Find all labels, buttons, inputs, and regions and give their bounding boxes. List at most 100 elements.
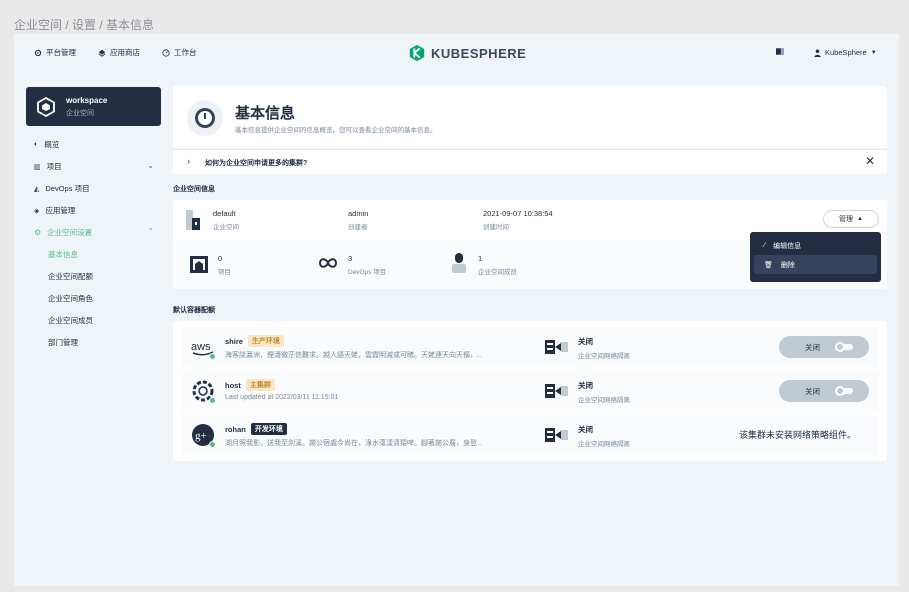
nav-workbench-label: 工作台 xyxy=(174,48,197,57)
cluster-name-text: rohan xyxy=(225,424,246,434)
nav-platform[interactable]: 平台管理 xyxy=(34,47,76,58)
manage-button[interactable]: 管理 ▲ xyxy=(823,210,879,228)
cluster-row: g+ rohan 开发环境 湖月照我影，送我至剡溪。謝公宿處今尚在，淥水蕩漾清猿… xyxy=(181,415,879,455)
building-icon xyxy=(186,210,200,230)
cluster-name-text: shire xyxy=(225,336,243,346)
nav-platform-label: 平台管理 xyxy=(46,48,76,57)
top-nav: 平台管理 应用商店 工作台 KUBESPHERE KubeSphere ▼ xyxy=(14,34,899,72)
stat-devops-value: 3 xyxy=(348,254,353,263)
network-label: 企业空间网络隔离 xyxy=(578,353,630,360)
network-isolation-icon xyxy=(545,384,568,398)
overview-icon: ◐ xyxy=(34,141,39,148)
info-creator-value: admin xyxy=(348,209,369,218)
sidebar-item-label: 应用管理 xyxy=(45,206,76,215)
cluster-name: shire 生产环境 xyxy=(225,335,284,347)
network-state: 关闭 xyxy=(578,425,593,434)
cluster-name: host 主集群 xyxy=(225,379,275,391)
kubesphere-logo[interactable]: KUBESPHERE xyxy=(408,44,526,62)
info-created-label: 创建时间 xyxy=(483,224,509,231)
cluster-desc: 海客談瀛洲，煙濤微茫信難求。越人語天姥，雲霞明滅或可睹。天姥連天向天橫，... xyxy=(225,352,483,359)
chevron-down-icon: ⌄ xyxy=(147,161,154,170)
svg-text:aws: aws xyxy=(191,341,211,353)
chevron-up-icon: ⌃ xyxy=(147,227,154,236)
sidebar-sub-basic-info[interactable]: 基本信息 xyxy=(48,249,78,260)
sidebar-item-label: 企业空间设置 xyxy=(47,228,93,237)
cluster-tag: 主集群 xyxy=(245,379,275,391)
no-network-policy-text: 该集群未安装网络策略组件。 xyxy=(739,430,857,440)
menu-item-delete[interactable]: 🗑 删除 xyxy=(754,255,877,274)
user-menu[interactable]: KubeSphere ▼ xyxy=(814,48,877,57)
toggle-knob xyxy=(835,386,845,396)
menu-item-edit[interactable]: ∕ 编辑信息 xyxy=(754,236,877,255)
info-creator: admin 创建者 xyxy=(348,209,368,231)
pen-icon: ∕ xyxy=(764,242,766,249)
network-isolation-toggle[interactable]: 关闭 xyxy=(779,380,869,402)
toggle-knob xyxy=(835,342,845,352)
network-isolation-toggle[interactable]: 关闭 xyxy=(779,336,869,358)
kubesphere-logo-icon xyxy=(409,44,425,62)
page-header: 基本信息 基本信息提供企业空间的信息概览。您可以查看企业空间的基本信息。 xyxy=(173,86,887,148)
network-isolation-icon xyxy=(545,340,568,354)
sidebar-item-label: DevOps 项目 xyxy=(45,184,90,193)
sidebar-item-label: 概览 xyxy=(44,140,60,149)
info-name-label: 企业空间 xyxy=(213,224,239,231)
toolbox-button[interactable] xyxy=(776,48,784,55)
stat-projects-value: 0 xyxy=(218,254,223,263)
member-icon xyxy=(452,253,466,273)
workspace-sub: 企业空间 xyxy=(66,109,94,117)
tip-bar[interactable]: › 如何为企业空间申请更多的集群? ✕ xyxy=(173,149,887,174)
sidebar-sub-departments[interactable]: 部门管理 xyxy=(48,337,78,348)
cluster-tag: 生产环境 xyxy=(247,335,284,347)
breadcrumb: 企业空间 / 设置 / 基本信息 xyxy=(14,18,155,32)
sidebar-item-devops[interactable]: ◭ DevOps 项目 xyxy=(34,183,154,194)
caret-down-icon: ▼ xyxy=(870,49,877,56)
stat-devops-label: DevOps 项目 xyxy=(348,269,387,276)
sidebar-sub-members[interactable]: 企业空间成员 xyxy=(48,315,93,326)
cluster-tag: 开发环境 xyxy=(250,423,287,435)
stat-projects-label: 项目 xyxy=(218,269,231,276)
nav-workbench[interactable]: 工作台 xyxy=(162,47,197,58)
sidebar-item-overview[interactable]: ◐ 概览 xyxy=(34,139,154,150)
dashboard-icon xyxy=(162,48,170,57)
app-icon: ◈ xyxy=(34,207,40,215)
close-icon[interactable]: ✕ xyxy=(865,154,875,168)
project-icon: ▥ xyxy=(34,163,41,171)
stat-devops: 3 DevOps 项目 xyxy=(348,254,386,276)
app-frame: 平台管理 应用商店 工作台 KUBESPHERE KubeSphere ▼ wo… xyxy=(14,34,899,586)
toggle-label: 关闭 xyxy=(805,387,820,396)
nav-appstore-label: 应用商店 xyxy=(110,48,140,57)
info-created-value: 2021-09-07 10:38:54 xyxy=(483,209,553,218)
workspace-card[interactable]: workspace 企业空间 xyxy=(26,87,161,126)
sidebar-item-apps[interactable]: ◈ 应用管理 xyxy=(34,205,154,216)
svg-text:g+: g+ xyxy=(195,430,207,442)
dashboard-icon xyxy=(187,100,223,136)
sidebar-item-settings[interactable]: ⚙ 企业空间设置 ⌃ xyxy=(34,227,154,238)
workspace-name: workspace xyxy=(66,95,108,105)
status-dot xyxy=(209,441,216,448)
status-dot xyxy=(209,397,216,404)
stat-members-value: 1 xyxy=(478,254,483,263)
cluster-desc: Last updated at 2022/03/11 11:15:01 xyxy=(225,394,339,401)
info-name: default 企业空间 xyxy=(213,209,239,231)
appstore-icon xyxy=(98,49,106,57)
manage-label: 管理 xyxy=(839,216,854,223)
network-state: 关闭 xyxy=(578,381,593,390)
user-icon xyxy=(814,49,821,57)
sidebar-item-label: 项目 xyxy=(46,162,62,171)
info-name-value: default xyxy=(213,209,236,218)
sidebar-item-projects[interactable]: ▥ 项目 ⌄ xyxy=(34,161,154,172)
gear-icon xyxy=(34,49,42,56)
page-description: 基本信息提供企业空间的信息概览。您可以查看企业空间的基本信息。 xyxy=(235,127,437,134)
stat-projects: 0 项目 xyxy=(218,254,231,276)
network-label: 企业空间网络隔离 xyxy=(578,441,630,448)
nav-appstore[interactable]: 应用商店 xyxy=(98,47,140,58)
logo-text: KUBESPHERE xyxy=(431,45,527,61)
sidebar-sub-quota[interactable]: 企业空间配额 xyxy=(48,271,93,282)
toggle-label: 关闭 xyxy=(805,343,820,352)
sidebar-sub-roles[interactable]: 企业空间角色 xyxy=(48,293,93,304)
cluster-section-title: 默认容器配额 xyxy=(173,307,215,314)
info-created: 2021-09-07 10:38:54 创建时间 xyxy=(483,209,553,231)
workspace-icon xyxy=(37,96,55,117)
cluster-list: aws shire 生产环境 海客談瀛洲，煙濤微茫信難求。越人語天姥，雲霞明滅或… xyxy=(173,321,887,461)
network-isolation-icon xyxy=(545,428,568,442)
